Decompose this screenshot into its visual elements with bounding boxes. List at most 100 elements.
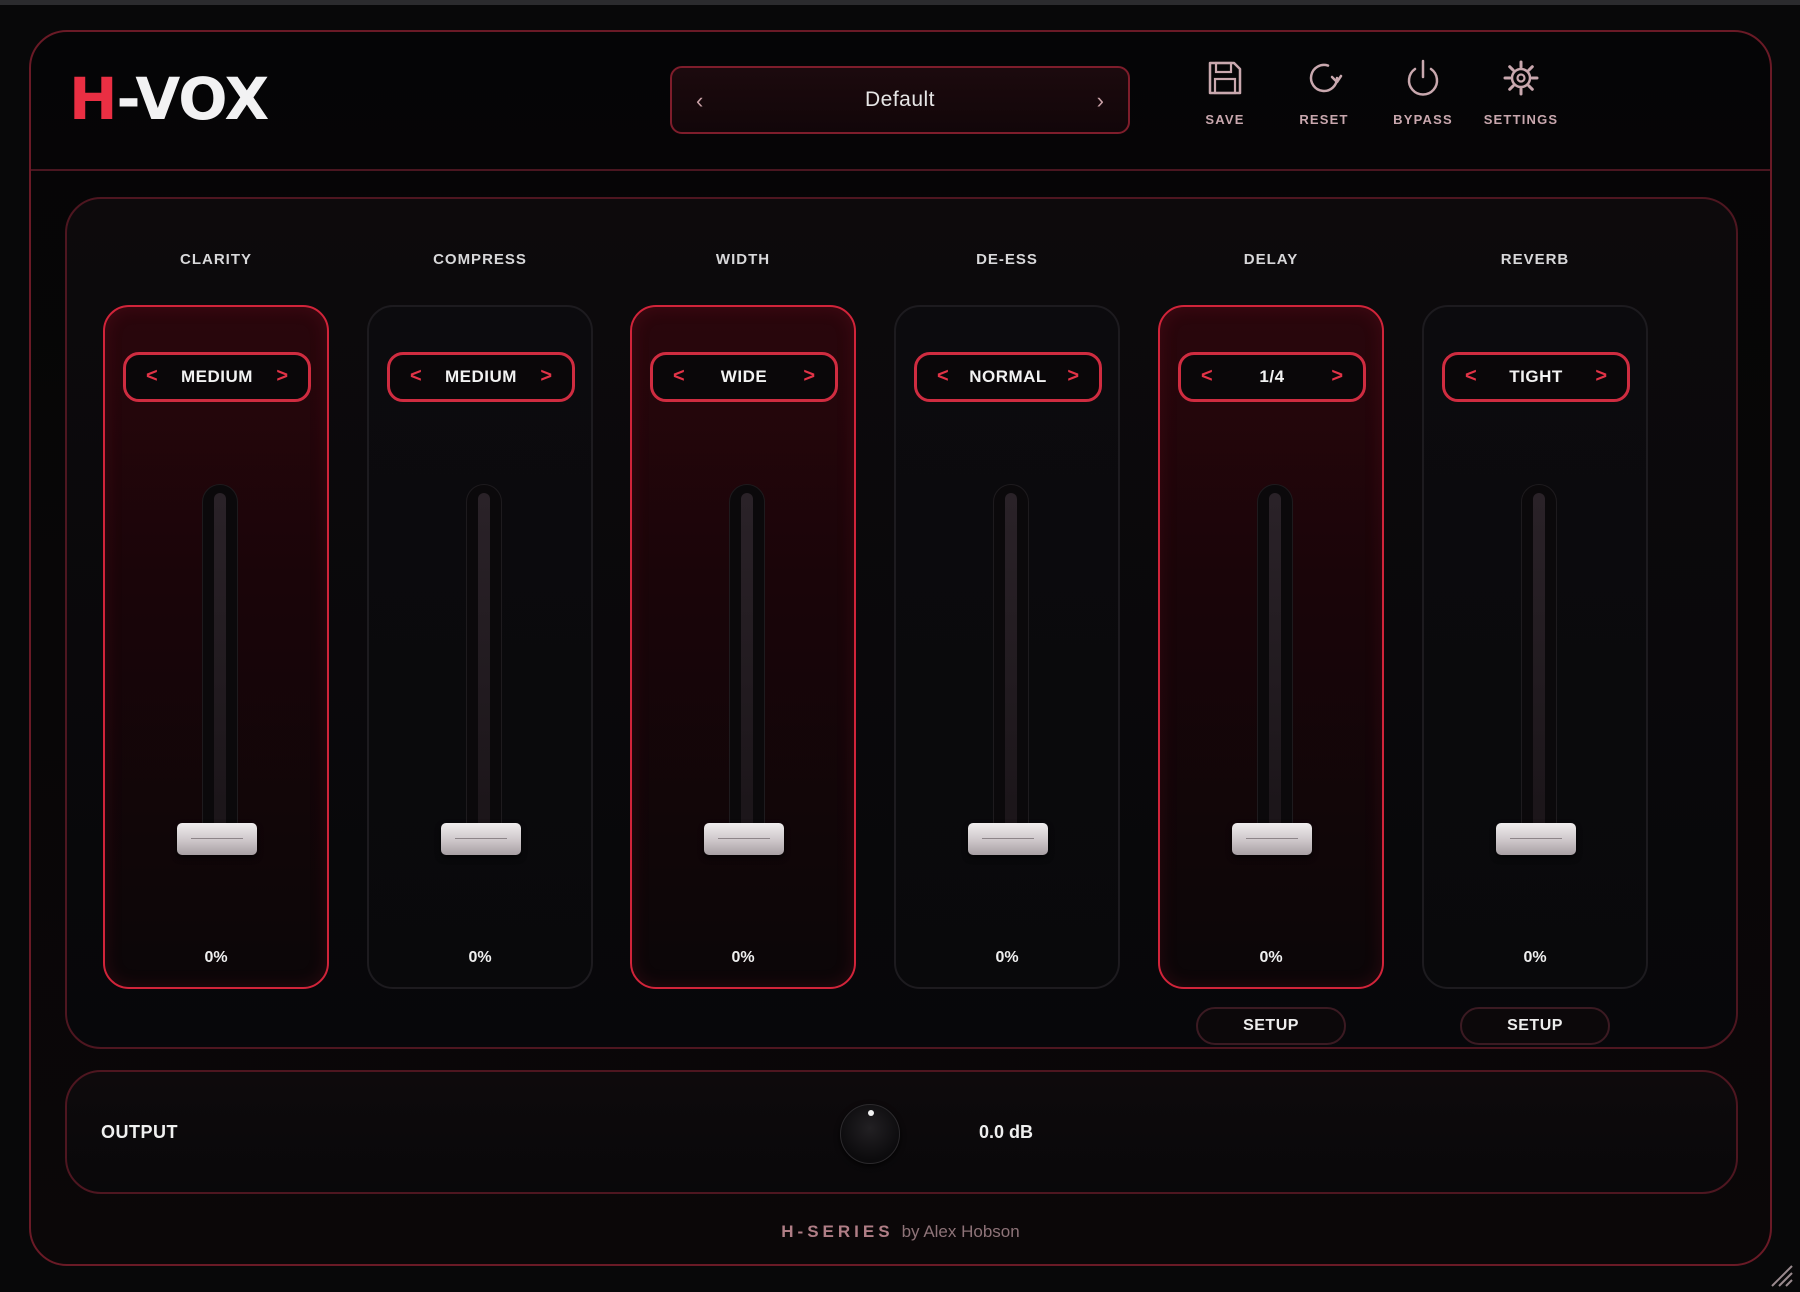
save-button[interactable]: SAVE — [1180, 58, 1270, 127]
save-icon — [1208, 61, 1242, 95]
amount-value: 0% — [468, 949, 492, 966]
settings-button[interactable]: SETTINGS — [1476, 58, 1566, 127]
module-title: DE-ESS — [976, 251, 1038, 268]
slider-groove — [1533, 493, 1545, 831]
slider-thumb[interactable] — [177, 823, 257, 855]
preset-name: Default — [864, 88, 936, 111]
amount-value: 0% — [1259, 949, 1283, 966]
preset-next-button[interactable]: › — [1097, 88, 1104, 114]
module-title: CLARITY — [180, 251, 252, 268]
mode-selector[interactable]: < MEDIUM > — [387, 352, 575, 402]
mode-selector[interactable]: < NORMAL > — [914, 352, 1102, 402]
mode-value: NORMAL — [969, 367, 1047, 386]
slider-thumb[interactable] — [1232, 823, 1312, 855]
mode-prev-button[interactable]: < — [146, 365, 158, 388]
module-reverb: REVERB < TIGHT > 0% SETUP — [1422, 199, 1648, 1051]
settings-label: SETTINGS — [1483, 112, 1559, 127]
mode-prev-button[interactable]: < — [673, 365, 685, 388]
logo: H-VOX — [69, 70, 269, 128]
reset-label: RESET — [1299, 112, 1349, 127]
module-card: < 1/4 > 0% — [1158, 305, 1384, 989]
bypass-button[interactable]: BYPASS — [1378, 58, 1468, 127]
reset-button[interactable]: RESET — [1279, 58, 1369, 127]
module-card: < TIGHT > 0% — [1422, 305, 1648, 989]
logo-h: H — [69, 65, 118, 133]
slider-thumb[interactable] — [441, 823, 521, 855]
slider-track[interactable] — [1521, 484, 1557, 840]
power-icon — [1407, 59, 1439, 96]
amount-value: 0% — [204, 949, 228, 966]
bypass-label: BYPASS — [1393, 112, 1453, 127]
footer: H-SERIES by Alex Hobson — [31, 1222, 1770, 1242]
reverb-setup-button[interactable]: SETUP — [1460, 1007, 1610, 1045]
mode-selector[interactable]: < WIDE > — [650, 352, 838, 402]
slider-groove — [214, 493, 226, 831]
preset-prev-button[interactable]: ‹ — [696, 88, 703, 114]
output-value: 0.0 dB — [979, 1122, 1034, 1142]
slider-track[interactable] — [202, 484, 238, 840]
module-title: REVERB — [1500, 251, 1570, 268]
footer-author: by Alex Hobson — [901, 1222, 1020, 1241]
slider-track[interactable] — [993, 484, 1029, 840]
mode-next-button[interactable]: > — [1331, 365, 1343, 388]
save-label: SAVE — [1205, 112, 1245, 127]
window-top-strip — [0, 0, 1800, 5]
plugin-frame: H-VOX ‹ Default › SAVE RESET BYPASS SETT… — [29, 30, 1772, 1266]
amount-value: 0% — [1523, 949, 1547, 966]
slider-groove — [741, 493, 753, 831]
gear-icon — [1503, 60, 1539, 96]
slider-groove — [1269, 493, 1281, 831]
slider-track[interactable] — [729, 484, 765, 840]
mode-value: WIDE — [720, 367, 768, 386]
output-knob[interactable] — [840, 1104, 900, 1164]
amount-value: 0% — [731, 949, 755, 966]
slider-thumb[interactable] — [1496, 823, 1576, 855]
mode-next-button[interactable]: > — [803, 365, 815, 388]
module-card: < MEDIUM > 0% — [367, 305, 593, 989]
logo-text: -VOX — [116, 65, 270, 133]
module-width: WIDTH < WIDE > 0% — [630, 199, 856, 1051]
mode-value: MEDIUM — [181, 367, 253, 386]
header: H-VOX ‹ Default › SAVE RESET BYPASS SETT… — [31, 32, 1770, 171]
module-title: COMPRESS — [433, 251, 527, 268]
mode-value: 1/4 — [1259, 367, 1285, 386]
preset-selector[interactable]: ‹ Default › — [670, 66, 1130, 134]
mode-next-button[interactable]: > — [1067, 365, 1079, 388]
module-title: DELAY — [1243, 251, 1299, 268]
mode-prev-button[interactable]: < — [937, 365, 949, 388]
mode-value: TIGHT — [1509, 367, 1563, 386]
slider-track[interactable] — [1257, 484, 1293, 840]
amount-value: 0% — [995, 949, 1019, 966]
module-card: < NORMAL > 0% — [894, 305, 1120, 989]
mode-next-button[interactable]: > — [276, 365, 288, 388]
footer-brand: H-SERIES — [781, 1222, 894, 1241]
mode-value: MEDIUM — [445, 367, 517, 386]
mode-prev-button[interactable]: < — [1201, 365, 1213, 388]
mode-selector[interactable]: < MEDIUM > — [123, 352, 311, 402]
module-de-ess: DE-ESS < NORMAL > 0% — [894, 199, 1120, 1051]
module-title: WIDTH — [715, 251, 771, 268]
output-section: OUTPUT 0.0 dB — [65, 1070, 1738, 1194]
mode-prev-button[interactable]: < — [410, 365, 422, 388]
slider-thumb[interactable] — [968, 823, 1048, 855]
slider-groove — [478, 493, 490, 831]
resize-grip-icon[interactable] — [1768, 1262, 1794, 1288]
slider-thumb[interactable] — [704, 823, 784, 855]
module-card: < MEDIUM > 0% — [103, 305, 329, 989]
knob-indicator — [868, 1110, 874, 1116]
module-compress: COMPRESS < MEDIUM > 0% — [367, 199, 593, 1051]
mode-next-button[interactable]: > — [1595, 365, 1607, 388]
module-delay: DELAY < 1/4 > 0% SETUP — [1158, 199, 1384, 1051]
module-card: < WIDE > 0% — [630, 305, 856, 989]
reset-icon — [1309, 63, 1343, 93]
delay-setup-button[interactable]: SETUP — [1196, 1007, 1346, 1045]
modules-panel: CLARITY < MEDIUM > 0% COMPRESS < MEDIUM … — [65, 197, 1738, 1049]
mode-next-button[interactable]: > — [540, 365, 552, 388]
slider-groove — [1005, 493, 1017, 831]
output-label: OUTPUT — [101, 1122, 178, 1142]
mode-selector[interactable]: < TIGHT > — [1442, 352, 1630, 402]
slider-track[interactable] — [466, 484, 502, 840]
module-clarity: CLARITY < MEDIUM > 0% — [103, 199, 329, 1051]
mode-prev-button[interactable]: < — [1465, 365, 1477, 388]
mode-selector[interactable]: < 1/4 > — [1178, 352, 1366, 402]
